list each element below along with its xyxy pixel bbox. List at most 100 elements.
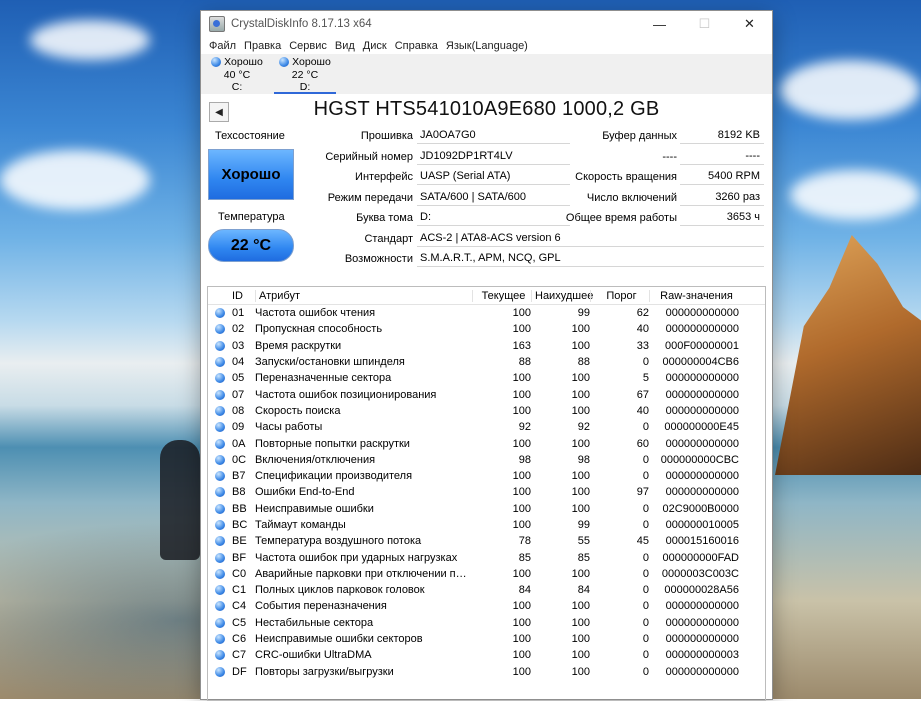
attribute-id: C1 [232, 584, 247, 597]
threshold-value: 0 [642, 665, 649, 678]
threshold-value: 5 [642, 372, 649, 385]
attribute-name: Часы работы [255, 421, 323, 434]
menu-view[interactable]: Вид [331, 40, 359, 52]
attribute-id: C4 [232, 600, 247, 613]
health-status-icon [211, 57, 222, 68]
health-status-button[interactable]: Хорошо [208, 149, 294, 200]
cloud [30, 20, 150, 60]
raw-value: 000000000000 [665, 665, 739, 678]
table-row[interactable]: 05 Переназначенные сектора 100 100 5 00000000… [208, 370, 765, 386]
status-dot-icon [215, 585, 225, 596]
window-title: CrystalDiskInfo 8.17.13 x64 [231, 18, 372, 30]
status-dot-icon [215, 308, 225, 319]
worst-value: 100 [571, 437, 590, 450]
attribute-id: C7 [232, 649, 247, 662]
raw-value: 000015160016 [665, 535, 739, 548]
maximize-button[interactable]: ☐ [682, 11, 727, 37]
menu-disk[interactable]: Диск [359, 40, 391, 52]
raw-value: 000000000000 [665, 404, 739, 417]
cloud [780, 60, 920, 120]
table-row[interactable]: BC Таймаут команды 100 99 0 000000010005 [208, 517, 765, 533]
power-on-count-label: Число включений [586, 192, 677, 204]
menu-edit[interactable]: Правка [240, 40, 285, 52]
raw-value: 000000004CB6 [662, 356, 739, 369]
header-current[interactable]: Текущее [472, 289, 531, 302]
status-dot-icon [208, 422, 232, 433]
disk-tab-c[interactable]: Хорошо 40 °C C: [203, 54, 271, 94]
header-worst[interactable]: Наихудшее [531, 289, 593, 302]
health-status-icon [279, 57, 290, 68]
raw-value: 000000000003 [665, 649, 739, 662]
header-id[interactable]: ID [232, 290, 255, 302]
smart-table-body: 01 Частота ошибок чтения 100 99 62 0000000000… [208, 305, 765, 680]
status-dot-icon [215, 650, 225, 661]
menu-help[interactable]: Справка [391, 40, 442, 52]
table-row[interactable]: DF Повторы загрузки/выгрузки 100 100 0 000000… [208, 664, 765, 680]
raw-value: 000000000000 [665, 470, 739, 483]
menu-language[interactable]: Язык(Language) [442, 40, 532, 52]
table-row[interactable]: C4 События переназначения 100 100 0 000000000… [208, 598, 765, 614]
threshold-value: 40 [636, 404, 649, 417]
minimize-button[interactable]: — [637, 11, 682, 37]
disk-tab-d[interactable]: Хорошо 22 °C D: [271, 54, 339, 94]
header-attribute[interactable]: Атрибут [255, 289, 472, 302]
status-dot-icon [208, 389, 232, 400]
threshold-value: 62 [636, 307, 649, 320]
table-row[interactable]: 04 Запуски/остановки шпинделя 88 88 0 0000000… [208, 354, 765, 370]
table-row[interactable]: 0C Включения/отключения 98 98 0 000000000CBC [208, 452, 765, 468]
disk-tab-temp: 22 °C [291, 68, 319, 81]
status-dot-icon [208, 666, 232, 677]
table-row[interactable]: BB Неисправимые ошибки 100 100 0 02C9000B0000 [208, 501, 765, 517]
status-dot-icon [208, 601, 232, 612]
status-dot-icon [208, 487, 232, 498]
header-raw-values[interactable]: Raw-значения [649, 289, 739, 302]
table-row[interactable]: 07 Частота ошибок позиционирования 100 100 6… [208, 386, 765, 402]
table-row[interactable]: C6 Неисправимые ошибки секторов 100 100 0 000… [208, 631, 765, 647]
status-dot-icon [208, 340, 232, 351]
attribute-id: 09 [232, 421, 245, 434]
table-row[interactable]: 01 Частота ошибок чтения 100 99 62 0000000000… [208, 305, 765, 321]
status-dot-icon [215, 438, 225, 449]
attribute-id: 05 [232, 372, 245, 385]
transfer-mode-value: SATA/600 | SATA/600 [417, 189, 570, 206]
table-row[interactable]: 08 Скорость поиска 100 100 40 000000000000 [208, 403, 765, 419]
worst-value: 100 [571, 665, 590, 678]
attribute-name: Неисправимые ошибки [255, 502, 374, 515]
cloud [0, 150, 150, 210]
table-row[interactable]: 03 Время раскрутки 163 100 33 000F00000001 [208, 338, 765, 354]
table-row[interactable]: B7 Спецификации производителя 100 100 0 00000… [208, 468, 765, 484]
interface-label: Интерфейс [355, 171, 413, 183]
menu-service[interactable]: Сервис [285, 40, 331, 52]
temperature-value[interactable]: 22 °C [208, 229, 294, 262]
worst-value: 55 [577, 535, 590, 548]
smart-table[interactable]: ID Атрибут Текущее Наихудшее Порог Raw-з… [207, 286, 766, 701]
table-row[interactable]: BE Температура воздушного потока 78 55 45 000… [208, 533, 765, 549]
status-dot-icon [215, 324, 225, 335]
firmware-value: JA0OA7G0 [417, 127, 570, 144]
table-row[interactable]: 09 Часы работы 92 92 0 000000000E45 [208, 419, 765, 435]
attribute-id: DF [232, 665, 247, 678]
status-dot-icon [215, 487, 225, 498]
header-threshold[interactable]: Порог [590, 289, 649, 302]
attribute-id: BF [232, 551, 247, 564]
status-dot-icon [215, 340, 225, 351]
table-row[interactable]: C0 Аварийные парковки при отключении пит.… [208, 566, 765, 582]
attribute-id: BB [232, 502, 247, 515]
table-row[interactable]: 0A Повторные попытки раскрутки 100 100 60 000… [208, 435, 765, 451]
table-row[interactable]: C7 CRC-ошибки UltraDMA 100 100 0 000000000003 [208, 647, 765, 663]
table-row[interactable]: 02 Пропускная способность 100 100 40 00000000… [208, 321, 765, 337]
menu-file[interactable]: Файл [205, 40, 240, 52]
current-value: 100 [512, 665, 531, 678]
status-dot-icon [215, 617, 225, 628]
title-bar[interactable]: CrystalDiskInfo 8.17.13 x64 — ☐ ✕ [201, 11, 772, 37]
status-dot-icon [208, 634, 232, 645]
current-value: 92 [518, 421, 531, 434]
close-button[interactable]: ✕ [727, 11, 772, 37]
attribute-name: Частота ошибок при ударных нагрузках [255, 551, 458, 564]
status-dot-icon [208, 617, 232, 628]
table-row[interactable]: C1 Полных циклов парковок головок 84 84 0 000… [208, 582, 765, 598]
table-row[interactable]: C5 Нестабильные сектора 100 100 0 00000000000… [208, 615, 765, 631]
table-row[interactable]: B8 Ошибки End-to-End 100 100 97 000000000000 [208, 484, 765, 500]
status-dot-icon [215, 454, 225, 465]
table-row[interactable]: BF Частота ошибок при ударных нагрузках 85… [208, 549, 765, 565]
